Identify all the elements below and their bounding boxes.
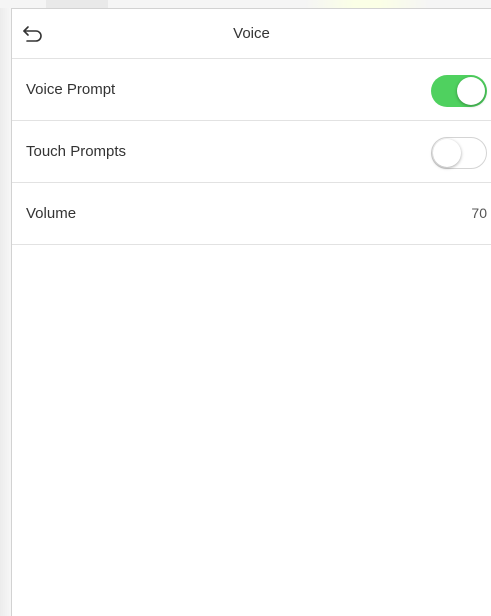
- background-artifact: [305, 0, 429, 8]
- setting-row-touch-prompts[interactable]: Touch Prompts: [12, 121, 491, 183]
- volume-value: 70: [471, 205, 487, 221]
- setting-label: Volume: [26, 205, 77, 222]
- header-bar: Voice: [12, 9, 491, 59]
- voice-prompt-toggle[interactable]: [431, 75, 487, 107]
- setting-label: Voice Prompt: [26, 81, 116, 98]
- toggle-knob: [433, 139, 461, 167]
- background-edge-left: [0, 0, 11, 616]
- background-artifact: [46, 0, 108, 8]
- voice-settings-screen: Voice Voice Prompt Touch Prompts Volume …: [11, 8, 491, 616]
- setting-label: Touch Prompts: [26, 143, 127, 160]
- toggle-knob: [457, 77, 485, 105]
- touch-prompts-toggle[interactable]: [431, 137, 487, 169]
- setting-row-volume[interactable]: Volume 70: [12, 183, 491, 245]
- background-edge-top: [0, 0, 491, 8]
- page-title: Voice: [233, 25, 270, 42]
- setting-row-voice-prompt[interactable]: Voice Prompt: [12, 59, 491, 121]
